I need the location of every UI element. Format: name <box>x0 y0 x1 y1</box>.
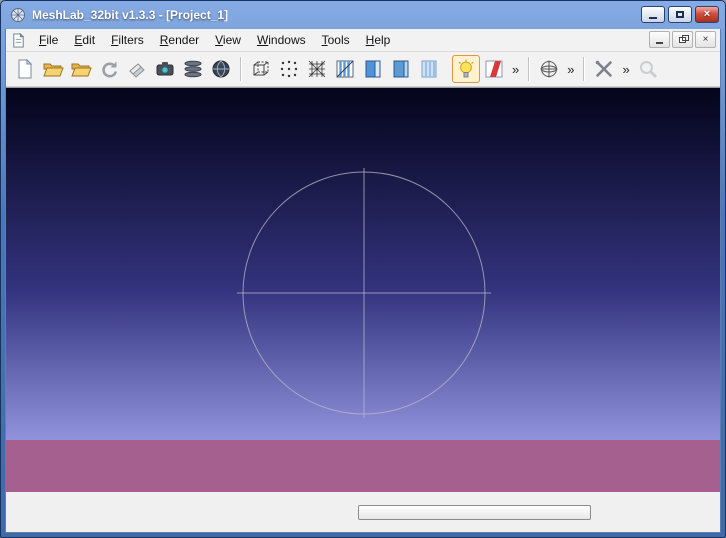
import-mesh-button[interactable] <box>67 55 95 83</box>
light-toggle-button[interactable] <box>452 55 480 83</box>
progress-bar <box>358 505 591 520</box>
online-help-icon <box>210 58 232 80</box>
render-wireframe-button[interactable] <box>303 55 331 83</box>
menu-filters[interactable]: Filters <box>103 30 152 50</box>
maximize-icon <box>676 11 684 18</box>
mdi-restore-icon <box>679 37 686 43</box>
tools-button[interactable] <box>590 55 618 83</box>
reload-mesh-button[interactable] <box>95 55 123 83</box>
menu-bar: File Edit Filters Render View Windows To… <box>6 29 720 52</box>
render-color-icon <box>483 58 505 80</box>
mdi-close-button[interactable]: × <box>695 31 716 48</box>
title-bar[interactable]: MeshLab_32bit v1.3.3 - [Project_1] × <box>5 1 721 29</box>
open-project-button[interactable] <box>39 55 67 83</box>
window-controls: × <box>641 1 719 23</box>
toolbar-separator <box>528 57 530 81</box>
render-texture-button[interactable] <box>415 55 443 83</box>
snapshot-button[interactable] <box>151 55 179 83</box>
mdi-minimize-icon <box>656 42 663 44</box>
online-help-button[interactable] <box>207 55 235 83</box>
menu-edit[interactable]: Edit <box>66 30 103 50</box>
render-flat-icon <box>390 58 412 80</box>
mdi-restore-button[interactable] <box>672 31 693 48</box>
meshlab-window: MeshLab_32bit v1.3.3 - [Project_1] × Fil… <box>0 0 726 538</box>
trackball-button[interactable] <box>535 55 563 83</box>
open-project-icon <box>42 58 64 80</box>
render-flat-lines-icon <box>362 58 384 80</box>
render-hidden-lines-button[interactable] <box>331 55 359 83</box>
light-toggle-icon <box>455 58 477 80</box>
mdi-minimize-button[interactable] <box>649 31 670 48</box>
render-wireframe-icon <box>306 58 328 80</box>
render-flat-lines-button[interactable] <box>359 55 387 83</box>
toolbar: » » » <box>6 52 720 87</box>
close-icon: × <box>704 9 710 20</box>
render-color-button[interactable] <box>480 55 508 83</box>
layers-dialog-icon <box>182 58 204 80</box>
new-empty-project-button[interactable] <box>11 55 39 83</box>
save-mesh-icon <box>126 58 148 80</box>
status-bar <box>6 492 720 532</box>
trackball-overlay <box>6 88 722 492</box>
viewport-canvas[interactable] <box>6 87 720 492</box>
toolbar-separator <box>583 57 585 81</box>
maximize-button[interactable] <box>668 6 692 23</box>
trackball-overflow-button[interactable]: » <box>563 62 578 77</box>
render-points-button[interactable] <box>275 55 303 83</box>
tools-overflow-button[interactable]: » <box>618 62 633 77</box>
project-icon[interactable] <box>11 33 26 48</box>
layers-dialog-button[interactable] <box>179 55 207 83</box>
close-button[interactable]: × <box>695 6 719 23</box>
render-bbox-icon <box>250 58 272 80</box>
menu-help[interactable]: Help <box>358 30 399 50</box>
minimize-icon <box>649 17 657 19</box>
reload-mesh-icon <box>98 58 120 80</box>
snapshot-icon <box>154 58 176 80</box>
zoom-icon <box>637 58 659 80</box>
menu-render[interactable]: Render <box>152 30 207 50</box>
render-hidden-lines-icon <box>334 58 356 80</box>
trackball-icon <box>538 58 560 80</box>
mdi-window-controls: × <box>649 31 716 48</box>
render-overflow-button[interactable]: » <box>508 62 523 77</box>
menu-view[interactable]: View <box>207 30 249 50</box>
render-bbox-button[interactable] <box>247 55 275 83</box>
tools-icon <box>593 58 615 80</box>
import-mesh-icon <box>70 58 92 80</box>
save-mesh-button[interactable] <box>123 55 151 83</box>
window-title: MeshLab_32bit v1.3.3 - [Project_1] <box>32 8 228 22</box>
zoom-button[interactable] <box>634 55 662 83</box>
menu-file[interactable]: File <box>31 30 66 50</box>
menu-tools[interactable]: Tools <box>314 30 358 50</box>
render-flat-button[interactable] <box>387 55 415 83</box>
minimize-button[interactable] <box>641 6 665 23</box>
window-content: File Edit Filters Render View Windows To… <box>5 29 721 533</box>
render-texture-icon <box>418 58 440 80</box>
render-points-icon <box>278 58 300 80</box>
new-empty-project-icon <box>14 58 36 80</box>
meshlab-app-icon <box>10 7 26 23</box>
mdi-close-icon: × <box>703 35 709 45</box>
toolbar-separator <box>240 57 242 81</box>
menu-windows[interactable]: Windows <box>249 30 314 50</box>
